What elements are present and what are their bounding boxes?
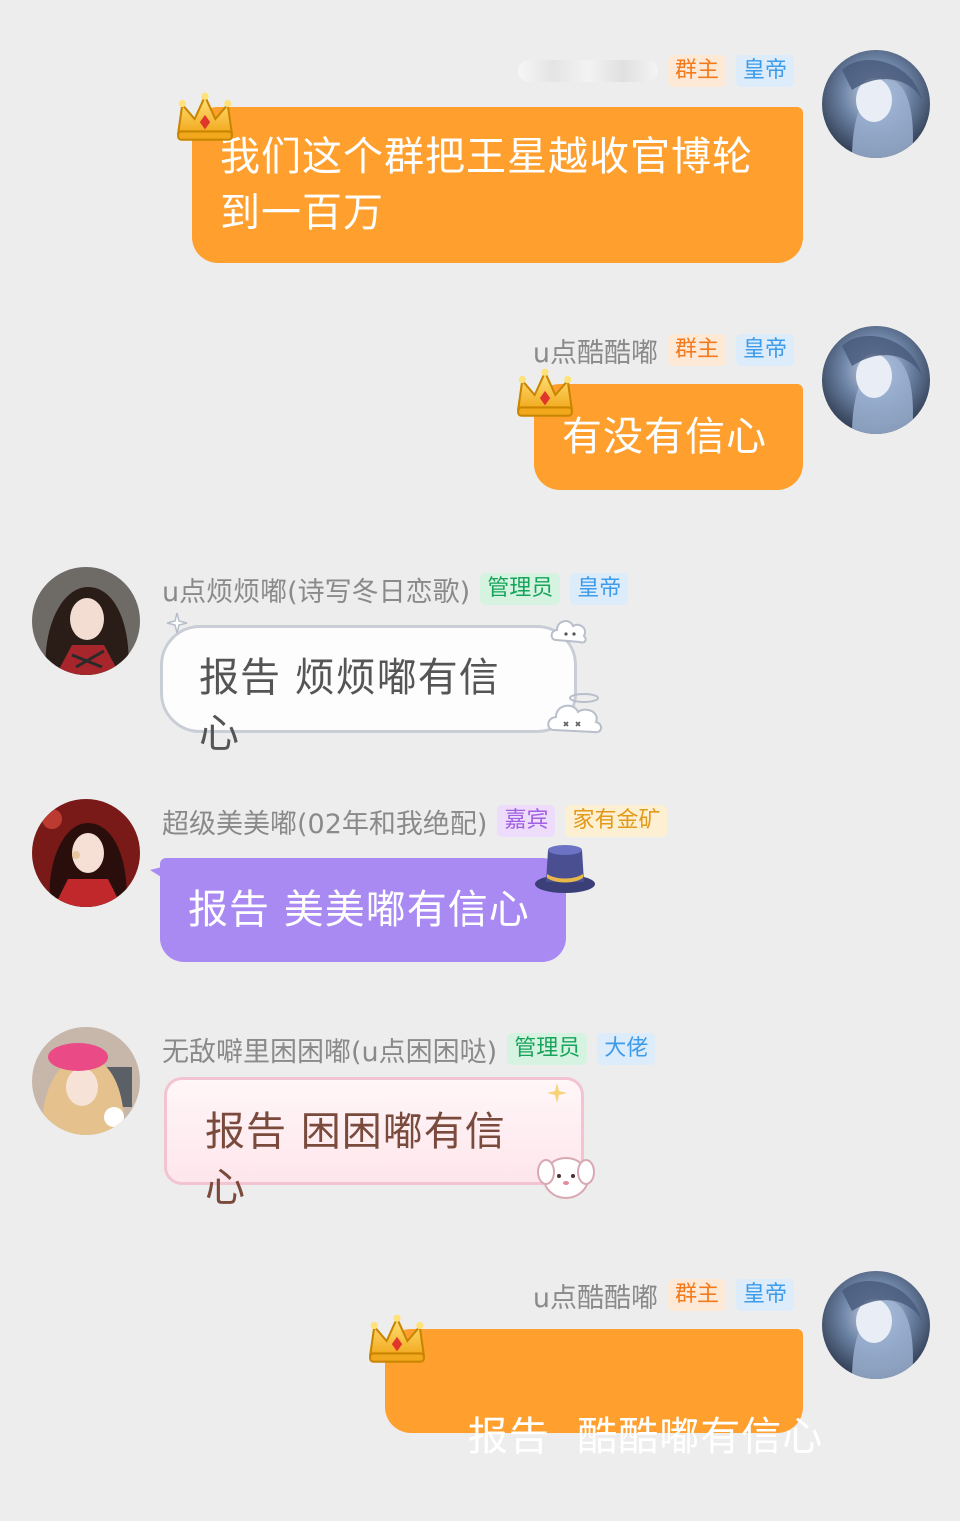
message-bubble[interactable]: 我们这个群把王星越收官博轮 到一百万	[192, 107, 803, 263]
sender-meta: u点酷酷嘟 群主 皇帝	[532, 332, 794, 369]
avatar[interactable]	[822, 50, 930, 158]
emperor-badge: 皇帝	[735, 1279, 794, 1311]
avatar[interactable]	[32, 799, 140, 907]
emperor-badge: 皇帝	[735, 55, 794, 87]
puppy-sticker-icon	[537, 1157, 595, 1199]
sender-name-blurred	[517, 60, 658, 82]
tail-icon	[150, 866, 166, 880]
avatar[interactable]	[822, 1271, 930, 1379]
guest-badge: 嘉宾	[497, 805, 556, 837]
cloud-sticker-icon	[547, 693, 602, 734]
sender-name: u点酷酷嘟	[532, 337, 658, 369]
owner-badge: 群主	[667, 334, 726, 366]
sender-name: u点酷酷嘟	[532, 1282, 658, 1314]
top-hat-icon	[535, 845, 595, 893]
sender-meta: u点酷酷嘟 群主 皇帝	[532, 1277, 794, 1314]
admin-badge: 管理员	[480, 573, 561, 605]
admin-badge: 管理员	[507, 1033, 588, 1065]
message-bubble[interactable]: 报告 烦烦嘟有信心	[160, 625, 577, 757]
sender-meta: u点烦烦嘟(诗写冬日恋歌) 管理员 皇帝	[162, 571, 629, 608]
message-bubble[interactable]: 报告 困困嘟有信心	[164, 1077, 584, 1211]
avatar[interactable]	[32, 1027, 140, 1135]
crown-icon	[366, 1314, 428, 1366]
owner-badge: 群主	[667, 1279, 726, 1311]
emperor-badge: 皇帝	[735, 334, 794, 366]
sender-meta: 无敌噼里困困嘟(u点困困哒) 管理员 大佬	[162, 1031, 656, 1068]
avatar[interactable]	[822, 326, 930, 434]
sparkle-icon	[547, 1083, 567, 1103]
message-text-line-2: 到一百万	[220, 190, 384, 236]
gold-mine-badge: 家有金矿	[565, 805, 668, 837]
sender-name: 超级美美嘟(02年和我绝配)	[162, 808, 488, 840]
message-text: 有没有信心	[562, 414, 767, 460]
avatar[interactable]	[32, 567, 140, 675]
emperor-badge: 皇帝	[570, 573, 629, 605]
sender-name: 无敌噼里困困嘟(u点困困哒)	[162, 1036, 498, 1068]
message-text: 报告 美美嘟有信心	[188, 887, 530, 933]
crown-icon	[174, 92, 236, 144]
message-bubble[interactable]: 报告 美美嘟有信心	[160, 858, 566, 962]
crown-icon	[514, 368, 576, 420]
message-text: 报告 烦烦嘟有信心	[199, 655, 500, 757]
sender-name: u点烦烦嘟(诗写冬日恋歌)	[162, 576, 471, 608]
boss-badge: 大佬	[597, 1033, 656, 1065]
sender-meta: 群主 皇帝	[517, 53, 794, 89]
owner-badge: 群主	[667, 55, 726, 87]
message-text: 报告 困困嘟有信心	[205, 1109, 506, 1211]
message-text-line-1: 我们这个群把王星越收官博轮	[220, 134, 753, 180]
sparkle-icon	[166, 612, 188, 634]
sender-meta: 超级美美嘟(02年和我绝配) 嘉宾 家有金矿	[162, 803, 668, 840]
message-text: 报告 酷酷嘟有信心	[467, 1414, 824, 1460]
cloud-sticker-icon	[550, 620, 587, 644]
message-bubble[interactable]: 报告 酷酷嘟有信心	[385, 1329, 822, 1460]
